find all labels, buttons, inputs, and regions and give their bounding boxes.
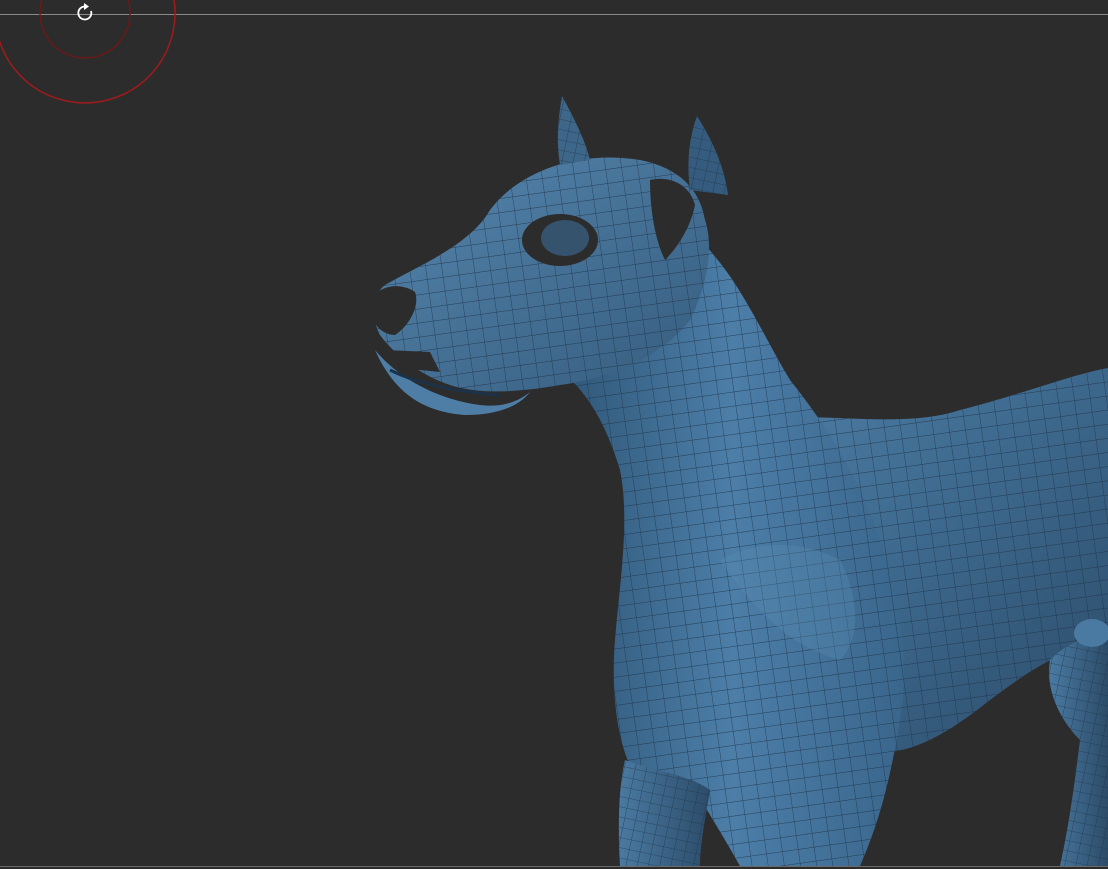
3d-viewport[interactable] bbox=[0, 0, 1108, 869]
dog-ear-left[interactable] bbox=[557, 96, 590, 165]
dog-hind-leg[interactable] bbox=[1049, 619, 1108, 866]
dog-mesh[interactable] bbox=[0, 0, 1108, 869]
viewport-bottom-border bbox=[0, 866, 1108, 867]
dog-ear-right[interactable] bbox=[688, 116, 728, 195]
